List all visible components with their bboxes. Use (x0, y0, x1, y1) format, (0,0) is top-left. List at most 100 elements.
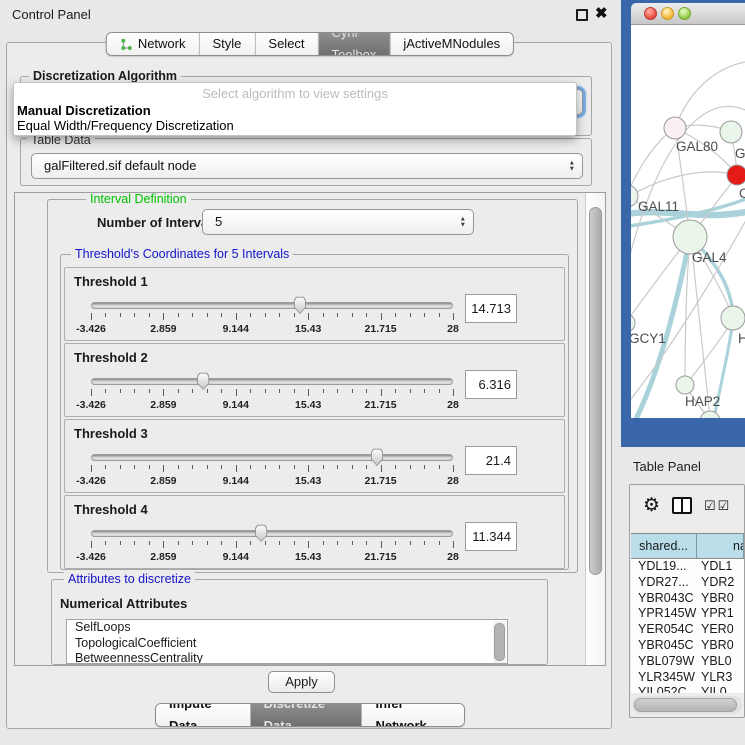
tick-mark (178, 389, 179, 393)
close-button[interactable] (644, 7, 657, 20)
gear-icon[interactable]: ⚙ (643, 494, 660, 517)
table-hscrollbar-thumb[interactable] (634, 698, 737, 712)
column-header-name[interactable]: na (697, 533, 744, 559)
checkboxes-icon[interactable]: ☑☑ (704, 498, 731, 514)
network-node[interactable] (721, 306, 745, 330)
table-row[interactable]: YER054CYER0 (631, 622, 744, 638)
table-row[interactable]: YPR145WYPR1 (631, 606, 744, 622)
viewport-scrollbar (585, 193, 605, 665)
attribute-item-topologicalcoefficient[interactable]: TopologicalCoefficient (67, 636, 507, 652)
node-label-gal4: GAL4 (692, 250, 727, 265)
table-row[interactable]: YIL052CYIL0 (631, 685, 744, 693)
tab-style[interactable]: Style (199, 33, 255, 55)
table-data-combo[interactable]: galFiltered.sif default node ▲▼ (31, 153, 583, 179)
threshold-panel-1: Threshold 1-3.4262.8599.14415.4321.71528… (64, 267, 565, 341)
control-panel-titlebar: Control Panel ✖ (0, 0, 620, 30)
number-of-intervals-value: 5 (215, 210, 222, 234)
viewport-scrollbar-thumb[interactable] (589, 207, 602, 575)
tick-mark (236, 541, 237, 548)
tab-infer-network[interactable]: Infer Network (361, 704, 464, 726)
threshold-value-field[interactable]: 11.344 (465, 522, 517, 551)
tab-impute-data[interactable]: Impute Data (156, 704, 250, 726)
tick-mark (163, 389, 164, 396)
network-node-gcy1[interactable] (631, 314, 635, 332)
table-row[interactable]: YBR043CYBR0 (631, 591, 744, 607)
tab-network[interactable]: Network (107, 33, 199, 55)
threshold-slider-thumb[interactable] (292, 296, 307, 314)
attribute-item-selfloops[interactable]: SelfLoops (67, 620, 507, 636)
apply-button[interactable]: Apply (268, 671, 335, 693)
table-data-value: galFiltered.sif default node (44, 154, 196, 178)
network-node-hap2[interactable] (676, 376, 694, 394)
table-cell: YDR27... (631, 575, 697, 591)
network-node-gal80[interactable] (664, 117, 686, 139)
algorithm-option-manual-discretization[interactable]: Manual Discretization (17, 103, 151, 118)
network-window-titlebar[interactable] (631, 3, 745, 25)
minimize-button[interactable] (661, 7, 674, 20)
threshold-value-field[interactable]: 6.316 (465, 370, 517, 399)
threshold-value-field[interactable]: 21.4 (465, 446, 517, 475)
tab-discretize-data[interactable]: Discretize Data (250, 704, 362, 726)
table-row[interactable]: YDL19...YDL1 (631, 559, 744, 575)
table-row[interactable]: YBR045CYBR0 (631, 638, 744, 654)
threshold-slider-thumb[interactable] (369, 448, 384, 466)
tick-mark (120, 389, 121, 393)
threshold-value-field[interactable]: 14.713 (465, 294, 517, 323)
table-row[interactable]: YLR345WYLR3 (631, 670, 744, 686)
network-canvas[interactable]: GAL80 GA C GAL11 GAL4 GCY1 H HAP2 (631, 25, 745, 418)
network-node-gal4[interactable] (673, 220, 707, 254)
number-of-intervals-combo[interactable]: 5 ▲▼ (202, 209, 474, 235)
algorithm-option-equal-width-frequency-discretization[interactable]: Equal Width/Frequency Discretization (17, 118, 234, 133)
tick-mark (120, 465, 121, 469)
table-cell: YLR3 (697, 670, 744, 686)
attribute-item-betweennesscentrality[interactable]: BetweennessCentrality (67, 651, 507, 664)
network-node[interactable] (720, 121, 742, 143)
tab-select[interactable]: Select (254, 33, 317, 55)
threshold-slider-thumb[interactable] (196, 372, 211, 390)
threshold-slider-track[interactable] (91, 454, 453, 461)
tick-label: 15.43 (295, 475, 321, 487)
threshold-slider-track[interactable] (91, 302, 453, 309)
network-node[interactable] (700, 411, 720, 418)
tick-mark (323, 541, 324, 545)
table-row[interactable]: YBL079WYBL0 (631, 654, 744, 670)
network-icon (120, 38, 133, 51)
tick-mark (424, 389, 425, 393)
network-node-selected-red[interactable] (727, 165, 745, 185)
stepper-icon: ▲▼ (460, 217, 466, 228)
tick-mark (120, 313, 121, 317)
slider-ticks (91, 465, 453, 473)
tick-mark (381, 389, 382, 396)
node-label-gcy1: GCY1 (631, 331, 666, 346)
tick-mark (395, 465, 396, 469)
zoom-button[interactable] (678, 7, 691, 20)
node-label-partial: C (739, 186, 745, 201)
tab-label: jActiveMNodules (403, 33, 500, 55)
table-cell: YBR0 (697, 591, 744, 607)
column-header-shared-name[interactable]: shared... (631, 533, 697, 559)
threshold-slider-track[interactable] (91, 378, 453, 385)
tick-mark (337, 313, 338, 317)
tab-cyni-toolbox[interactable]: Cyni Toolbox (318, 33, 390, 55)
threshold-panel-4: Threshold 4-3.4262.8599.14415.4321.71528… (64, 495, 565, 569)
tick-label: 2.859 (150, 399, 176, 411)
threshold-slider-thumb[interactable] (254, 524, 269, 542)
tab-label: Discretize Data (264, 703, 349, 727)
split-columns-icon[interactable] (672, 497, 692, 514)
tick-mark (352, 313, 353, 317)
float-window-icon[interactable] (576, 9, 588, 21)
network-node-gal11[interactable] (631, 185, 638, 207)
tick-mark (410, 465, 411, 469)
threshold-label: Threshold 3 (74, 426, 148, 441)
tick-mark (453, 389, 454, 396)
tick-mark (105, 541, 106, 545)
settings-scroll-viewport: Interval Definition Number of Intervals … (14, 192, 606, 666)
threshold-slider-track[interactable] (91, 530, 453, 537)
attributes-scrollbar-thumb[interactable] (494, 623, 505, 661)
table-row[interactable]: YDR27...YDR2 (631, 575, 744, 591)
table-cell: YPR145W (631, 606, 697, 622)
tick-mark (279, 389, 280, 393)
tab-jactivemnodules[interactable]: jActiveMNodules (389, 33, 513, 55)
tick-label: 21.715 (365, 551, 397, 563)
close-icon[interactable]: ✖ (595, 4, 608, 22)
